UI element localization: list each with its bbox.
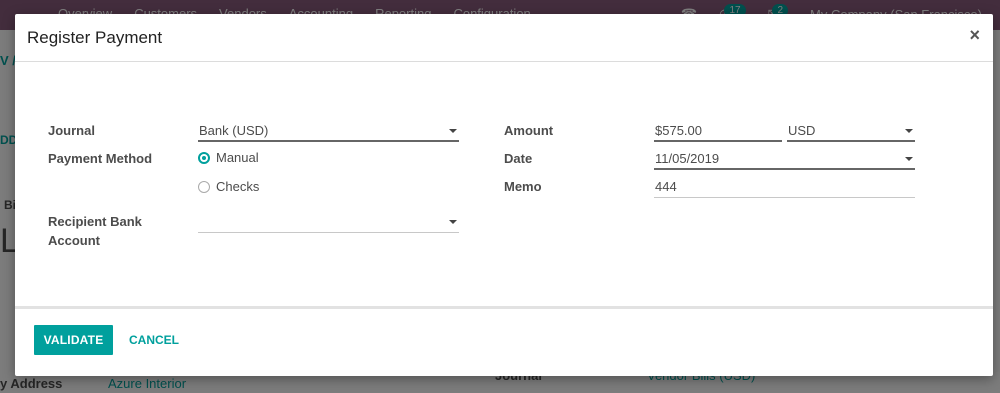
dialog-footer: VALIDATE CANCEL [15,306,993,376]
recipient-bank-label-line1: Recipient Bank [48,214,142,229]
journal-label: Journal [48,123,95,138]
radio-manual[interactable] [198,151,210,164]
date-value: 11/05/2019 [655,151,720,166]
payment-method-manual[interactable]: Manual [198,150,259,165]
dialog-header: Register Payment × [15,14,993,62]
cancel-button[interactable]: CANCEL [123,325,185,355]
chevron-down-icon [449,129,457,133]
recipient-bank-label-line2: Account [48,233,100,248]
radio-manual-label: Manual [216,150,259,165]
journal-value: Bank (USD) [199,123,269,138]
amount-input[interactable]: $575.00 [654,122,782,142]
memo-value: 444 [655,179,677,194]
date-label: Date [504,151,533,166]
journal-select[interactable]: Bank (USD) [198,122,459,142]
dialog-body: Journal Bank (USD) Payment Method Manual… [15,62,993,306]
memo-label: Memo [504,179,542,194]
currency-select[interactable]: USD [787,122,915,142]
date-input[interactable]: 11/05/2019 [654,150,915,170]
chevron-down-icon [449,220,457,224]
radio-checks[interactable] [198,180,210,193]
chevron-down-icon [905,157,913,161]
radio-checks-label: Checks [216,179,260,194]
amount-value: $575.00 [655,123,702,138]
close-icon[interactable]: × [969,26,980,44]
payment-method-checks[interactable]: Checks [198,179,259,194]
recipient-bank-select[interactable] [198,213,459,233]
amount-label: Amount [504,123,554,138]
validate-button[interactable]: VALIDATE [34,325,113,355]
register-payment-dialog: Register Payment × Journal Bank (USD) Pa… [15,14,993,376]
dialog-title: Register Payment [27,28,163,47]
payment-method-label: Payment Method [48,151,153,166]
currency-value: USD [788,123,816,138]
memo-input[interactable]: 444 [654,178,915,198]
chevron-down-icon [905,129,913,133]
recipient-bank-label: Recipient Bank Account [48,212,142,250]
